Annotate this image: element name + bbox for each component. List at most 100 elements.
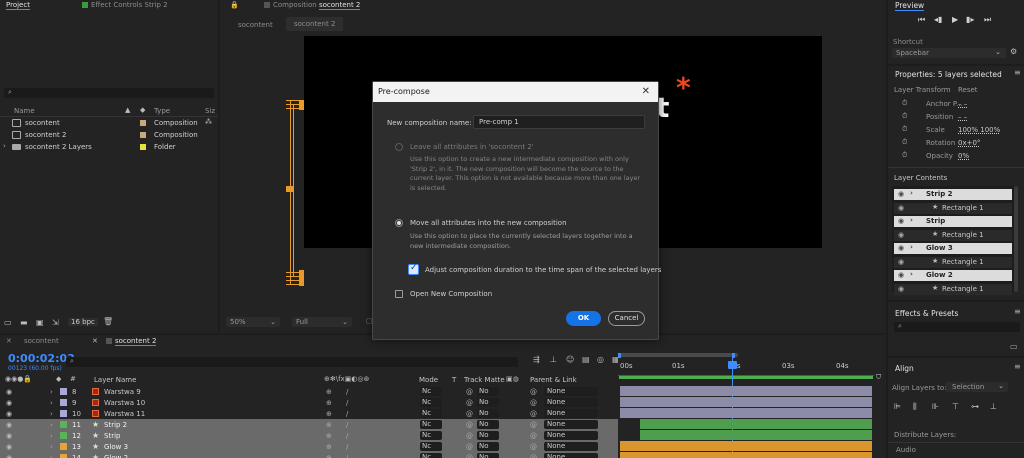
chevron-right-icon[interactable]: ›	[50, 454, 53, 458]
resolution-dropdown[interactable]: Full ⌄	[292, 317, 352, 327]
table-row[interactable]: ◉ › 12 ★ Strip ⊕ / Nc @ No @ None	[0, 430, 618, 441]
chevron-right-icon[interactable]: ›	[50, 399, 53, 407]
timecode[interactable]: 0:00:02:03	[8, 352, 75, 365]
eye-icon[interactable]: ◉	[6, 443, 12, 451]
spiral-icon[interactable]: @	[466, 443, 473, 451]
layer-name[interactable]: Glow 2	[104, 454, 128, 458]
content-item[interactable]: ◉ ★ Rectangle 1	[894, 256, 1012, 268]
zoom-dropdown[interactable]: 50% ⌄	[226, 317, 280, 327]
project-col-size[interactable]: Siz	[205, 107, 215, 115]
chevron-right-icon[interactable]: ›	[50, 421, 53, 429]
col-parent[interactable]: Parent & Link	[530, 376, 577, 384]
quality-switch-icon[interactable]: /	[346, 454, 348, 458]
work-area-start[interactable]	[618, 353, 621, 358]
shy-switch-icon[interactable]: ⊕	[326, 432, 332, 440]
track-matte-dropdown[interactable]: No	[477, 442, 499, 451]
track-matte-dropdown[interactable]: No	[477, 398, 499, 407]
track-matte-dropdown[interactable]: No	[477, 453, 499, 458]
eye-icon[interactable]: ◉	[898, 217, 904, 225]
chevron-right-icon[interactable]: ›	[50, 432, 53, 440]
quality-switch-icon[interactable]: /	[346, 388, 348, 396]
property-value[interactable]: 0%	[958, 152, 969, 160]
mode-dropdown[interactable]: Nc	[420, 453, 442, 458]
breadcrumb[interactable]: socontent	[238, 21, 273, 29]
eye-icon[interactable]: ◉	[6, 399, 12, 407]
pick-whip-icon[interactable]: @	[530, 421, 537, 429]
eye-icon[interactable]: ◉	[898, 285, 904, 293]
pick-whip-icon[interactable]: @	[530, 454, 537, 458]
draft-3d-icon[interactable]: ⊥	[550, 355, 557, 364]
transform-row[interactable]: ⏱ Position – –	[888, 112, 1024, 123]
lock-icon[interactable]: 🔒	[230, 1, 239, 9]
track-matte-dropdown[interactable]: No	[477, 387, 499, 396]
shy-switch-icon[interactable]: ⊕	[326, 421, 332, 429]
transform-row[interactable]: ⏱ Opacity 0%	[888, 151, 1024, 162]
mode-dropdown[interactable]: Nc	[420, 409, 442, 418]
close-icon[interactable]: ✕	[92, 337, 98, 345]
label-color-swatch[interactable]	[140, 144, 146, 150]
sort-arrow-icon[interactable]: ▲	[125, 106, 130, 114]
label-color-swatch[interactable]	[60, 432, 67, 439]
close-icon[interactable]: ✕	[6, 337, 12, 345]
eye-icon[interactable]: ◉	[898, 258, 904, 266]
layer-name[interactable]: Warstwa 11	[104, 410, 145, 418]
spiral-icon[interactable]: @	[466, 454, 473, 458]
content-group[interactable]: ◉ › Glow 2	[894, 270, 1012, 281]
effects-search[interactable]: ⌕	[894, 322, 1020, 332]
stopwatch-icon[interactable]: ⏱	[902, 99, 907, 108]
align-vcenter-icon[interactable]: ⊶	[971, 402, 979, 411]
parent-dropdown[interactable]: None	[544, 387, 598, 396]
table-row[interactable]: ◉ › 8 Warstwa 9 ⊕ / Nc @ No @ None	[0, 386, 618, 397]
transform-row[interactable]: ⏱ Anchor P... – –	[888, 99, 1024, 110]
property-value[interactable]: 0x+0°	[958, 139, 980, 147]
align-to-dropdown[interactable]: Selection ⌄	[946, 382, 1008, 392]
mode-dropdown[interactable]: Nc	[420, 387, 442, 396]
label-column-icon[interactable]: ◆	[140, 106, 145, 114]
shy-switch-icon[interactable]: ⊕	[326, 410, 332, 418]
stopwatch-icon[interactable]: ⏱	[902, 151, 907, 160]
parent-dropdown[interactable]: None	[544, 431, 598, 440]
reset-button[interactable]: Reset	[958, 86, 978, 94]
open-new-comp-checkbox[interactable]	[395, 290, 403, 298]
parent-dropdown[interactable]: None	[544, 420, 598, 429]
table-row[interactable]: ◉ › 9 Warstwa 10 ⊕ / Nc @ No @ None	[0, 397, 618, 408]
content-item[interactable]: ◉ ★ Rectangle 1	[894, 202, 1012, 214]
chevron-right-icon[interactable]: ›	[50, 388, 53, 396]
col-layer-name[interactable]: Layer Name	[94, 376, 136, 384]
new-bin-icon[interactable]: ▭	[1010, 342, 1018, 351]
quality-switch-icon[interactable]: /	[346, 399, 348, 407]
spiral-icon[interactable]: @	[466, 421, 473, 429]
label-color-swatch[interactable]	[60, 410, 67, 417]
audio-label[interactable]: Audio	[896, 446, 916, 454]
col-track-matte[interactable]: Track Matte	[464, 376, 505, 384]
table-row[interactable]: ◉ › 11 ★ Strip 2 ⊕ / Nc @ No @ None	[0, 419, 618, 430]
eye-icon[interactable]: ◉	[898, 244, 904, 252]
leave-attributes-radio[interactable]	[395, 143, 403, 151]
quality-switch-icon[interactable]: /	[346, 443, 348, 451]
work-area-bar[interactable]	[620, 353, 738, 357]
transform-row[interactable]: ⏱ Rotation 0x+0°	[888, 138, 1024, 149]
pick-whip-icon[interactable]: @	[530, 399, 537, 407]
parent-dropdown[interactable]: None	[544, 442, 598, 451]
eye-icon[interactable]: ◉	[6, 410, 12, 418]
mode-dropdown[interactable]: Nc	[420, 420, 442, 429]
spiral-icon[interactable]: @	[466, 432, 473, 440]
tab-effect-controls[interactable]: Effect Controls Strip 2	[76, 0, 174, 11]
composition-name-input[interactable]	[473, 115, 645, 129]
eye-icon[interactable]: ◉	[6, 388, 12, 396]
eye-icon[interactable]: ◉◉●🔒	[5, 375, 32, 383]
pick-whip-icon[interactable]: @	[530, 410, 537, 418]
bpc-button[interactable]: 16 bpc	[68, 318, 98, 326]
project-col-type[interactable]: Type	[154, 107, 170, 115]
align-hcenter-icon[interactable]: ⫼	[913, 402, 917, 412]
shy-switch-icon[interactable]: ⊕	[326, 443, 332, 451]
chevron-right-icon[interactable]: ›	[3, 142, 6, 150]
shy-switch-icon[interactable]: ⊕	[326, 388, 332, 396]
scrollbar[interactable]	[1014, 186, 1018, 292]
flowchart-icon[interactable]: ⁂	[205, 118, 212, 126]
motion-blur-icon[interactable]: ◎	[597, 355, 604, 364]
comp-flowchart-icon[interactable]: ⇶	[533, 355, 540, 364]
timeline-search[interactable]: ⌕	[66, 357, 518, 367]
pick-whip-icon[interactable]: @	[530, 432, 537, 440]
stopwatch-icon[interactable]: ⏱	[902, 138, 907, 147]
